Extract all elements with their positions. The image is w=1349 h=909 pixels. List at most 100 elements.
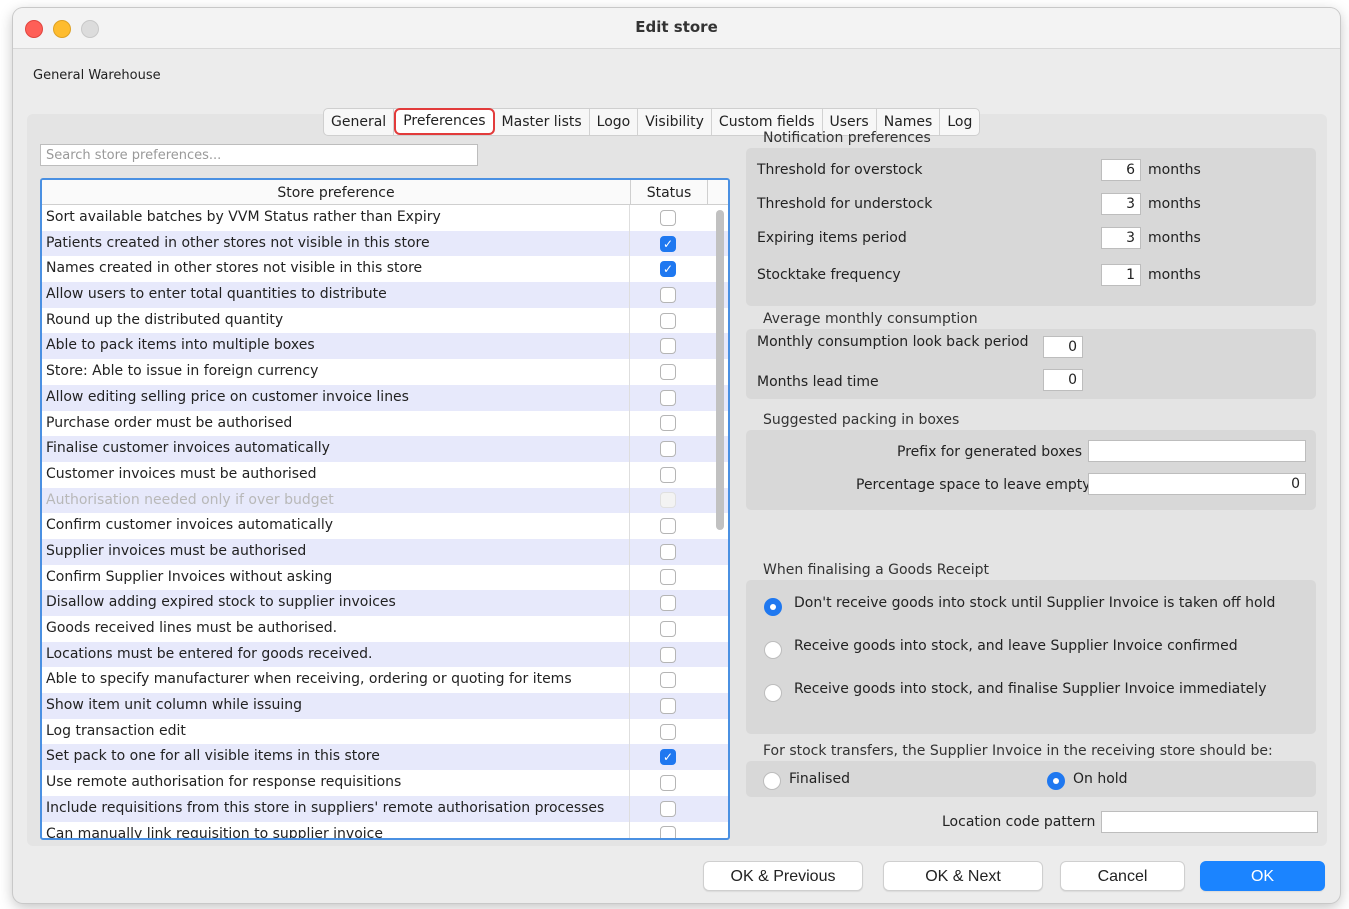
transfer-onhold-radio[interactable] xyxy=(1047,772,1065,790)
table-row[interactable]: Use remote authorisation for response re… xyxy=(42,770,728,796)
goods-receipt-option-confirmed-radio[interactable] xyxy=(764,641,782,659)
ok-previous-button[interactable]: OK & Previous xyxy=(703,861,863,891)
transfer-finalised-label[interactable]: Finalised xyxy=(789,771,850,787)
search-preferences-input[interactable]: Search store preferences... xyxy=(40,144,478,166)
table-row[interactable]: Supplier invoices must be authorised xyxy=(42,538,728,565)
table-row[interactable]: Authorisation needed only if over budget xyxy=(42,487,728,514)
status-checkbox[interactable] xyxy=(660,363,676,380)
status-checkbox[interactable] xyxy=(660,620,676,637)
status-cell xyxy=(630,796,706,822)
preference-label: Store: Able to issue in foreign currency xyxy=(42,359,630,385)
location-code-label: Location code pattern xyxy=(942,814,1096,830)
status-checkbox[interactable] xyxy=(660,312,676,329)
status-checkbox[interactable]: ✓ xyxy=(660,749,676,766)
goods-receipt-option-finalise-radio[interactable] xyxy=(764,684,782,702)
tab-preferences[interactable]: Preferences xyxy=(394,108,495,135)
table-row[interactable]: Confirm customer invoices automatically xyxy=(42,513,728,539)
ok-button[interactable]: OK xyxy=(1200,861,1325,891)
table-row[interactable]: Names created in other stores not visibl… xyxy=(42,256,728,283)
status-checkbox[interactable] xyxy=(660,415,676,432)
status-checkbox[interactable] xyxy=(660,595,676,612)
table-row[interactable]: Allow editing selling price on customer … xyxy=(42,384,728,411)
status-checkbox[interactable] xyxy=(660,518,676,535)
status-checkbox[interactable]: ✓ xyxy=(660,261,676,278)
status-checkbox[interactable] xyxy=(660,286,676,303)
ok-next-button[interactable]: OK & Next xyxy=(883,861,1043,891)
table-row[interactable]: Sort available batches by VVM Status rat… xyxy=(42,205,728,231)
scrollbar-thumb[interactable] xyxy=(716,210,724,530)
table-row[interactable]: Include requisitions from this store in … xyxy=(42,795,728,822)
status-checkbox[interactable] xyxy=(660,697,676,714)
status-cell xyxy=(630,693,706,719)
status-checkbox[interactable] xyxy=(660,466,676,483)
status-checkbox[interactable] xyxy=(660,543,676,560)
status-checkbox[interactable] xyxy=(660,338,676,355)
table-row[interactable]: Allow users to enter total quantities to… xyxy=(42,282,728,308)
table-row[interactable]: Set pack to one for all visible items in… xyxy=(42,744,728,771)
status-checkbox[interactable] xyxy=(660,800,676,817)
status-checkbox[interactable] xyxy=(660,723,676,740)
lookback-input[interactable]: 0 xyxy=(1043,336,1083,358)
status-checkbox[interactable] xyxy=(660,774,676,791)
table-row[interactable]: Disallow adding expired stock to supplie… xyxy=(42,590,728,616)
location-code-input[interactable] xyxy=(1101,811,1318,833)
preference-label: Confirm customer invoices automatically xyxy=(42,513,630,539)
table-row[interactable]: Show item unit column while issuing xyxy=(42,693,728,719)
goods-receipt-option-finalise-label[interactable]: Receive goods into stock, and finalise S… xyxy=(794,681,1266,697)
table-row[interactable]: Confirm Supplier Invoices without asking xyxy=(42,564,728,591)
tab-visibility[interactable]: Visibility xyxy=(638,109,712,135)
tab-logo[interactable]: Logo xyxy=(590,109,639,135)
preference-label: Able to pack items into multiple boxes xyxy=(42,333,630,360)
transfer-onhold-label[interactable]: On hold xyxy=(1073,771,1128,787)
transfer-finalised-radio[interactable] xyxy=(763,772,781,790)
understock-input[interactable]: 3 xyxy=(1101,193,1141,215)
lead-time-input[interactable]: 0 xyxy=(1043,369,1083,391)
table-row[interactable]: Finalise customer invoices automatically xyxy=(42,436,728,462)
goods-receipt-option-confirmed-label[interactable]: Receive goods into stock, and leave Supp… xyxy=(794,638,1238,654)
status-checkbox[interactable] xyxy=(660,826,676,838)
table-row[interactable]: Store: Able to issue in foreign currency xyxy=(42,359,728,385)
table-row[interactable]: Can manually link requisition to supplie… xyxy=(42,821,728,838)
cancel-button[interactable]: Cancel xyxy=(1060,861,1185,891)
status-checkbox[interactable] xyxy=(660,569,676,586)
table-row[interactable]: Customer invoices must be authorised xyxy=(42,461,728,488)
table-scrollbar[interactable] xyxy=(716,210,724,838)
expiring-label: Expiring items period xyxy=(757,230,907,246)
goods-receipt-option-hold-label[interactable]: Don't receive goods into stock until Sup… xyxy=(794,595,1275,611)
tab-general[interactable]: General xyxy=(324,109,395,135)
table-row[interactable]: Purchase order must be authorised xyxy=(42,410,728,437)
lead-time-label: Months lead time xyxy=(757,374,879,390)
preference-label: Customer invoices must be authorised xyxy=(42,461,630,488)
goods-receipt-option-hold-radio[interactable] xyxy=(764,598,782,616)
status-checkbox[interactable] xyxy=(660,672,676,689)
table-row[interactable]: Able to pack items into multiple boxes xyxy=(42,333,728,360)
table-row[interactable]: Locations must be entered for goods rece… xyxy=(42,641,728,668)
tab-master-lists[interactable]: Master lists xyxy=(495,109,590,135)
status-cell xyxy=(630,616,706,642)
table-row[interactable]: Log transaction edit xyxy=(42,718,728,745)
expiring-input[interactable]: 3 xyxy=(1101,227,1141,249)
table-row[interactable]: Goods received lines must be authorised. xyxy=(42,616,728,642)
preference-label: Disallow adding expired stock to supplie… xyxy=(42,590,630,616)
preference-label: Round up the distributed quantity xyxy=(42,307,630,334)
empty-space-input[interactable]: 0 xyxy=(1088,473,1306,495)
overstock-input[interactable]: 6 xyxy=(1101,159,1141,181)
status-checkbox[interactable] xyxy=(660,646,676,663)
preference-label: Sort available batches by VVM Status rat… xyxy=(42,205,630,231)
prefix-input[interactable] xyxy=(1088,440,1306,462)
table-row[interactable]: Able to specify manufacturer when receiv… xyxy=(42,667,728,694)
column-header-preference[interactable]: Store preference xyxy=(42,180,631,204)
tab-log[interactable]: Log xyxy=(940,109,979,135)
status-checkbox[interactable] xyxy=(660,209,676,226)
stocktake-input[interactable]: 1 xyxy=(1101,264,1141,286)
expiring-unit: months xyxy=(1148,230,1201,246)
status-checkbox[interactable]: ✓ xyxy=(660,235,676,252)
status-checkbox[interactable] xyxy=(660,441,676,458)
preference-label: Use remote authorisation for response re… xyxy=(42,770,630,796)
table-row[interactable]: Patients created in other stores not vis… xyxy=(42,230,728,257)
status-checkbox[interactable] xyxy=(660,389,676,406)
column-header-status[interactable]: Status xyxy=(631,180,708,204)
table-row[interactable]: Round up the distributed quantity xyxy=(42,307,728,334)
status-cell: ✓ xyxy=(630,231,706,257)
empty-space-label: Percentage space to leave empty xyxy=(856,477,1091,493)
